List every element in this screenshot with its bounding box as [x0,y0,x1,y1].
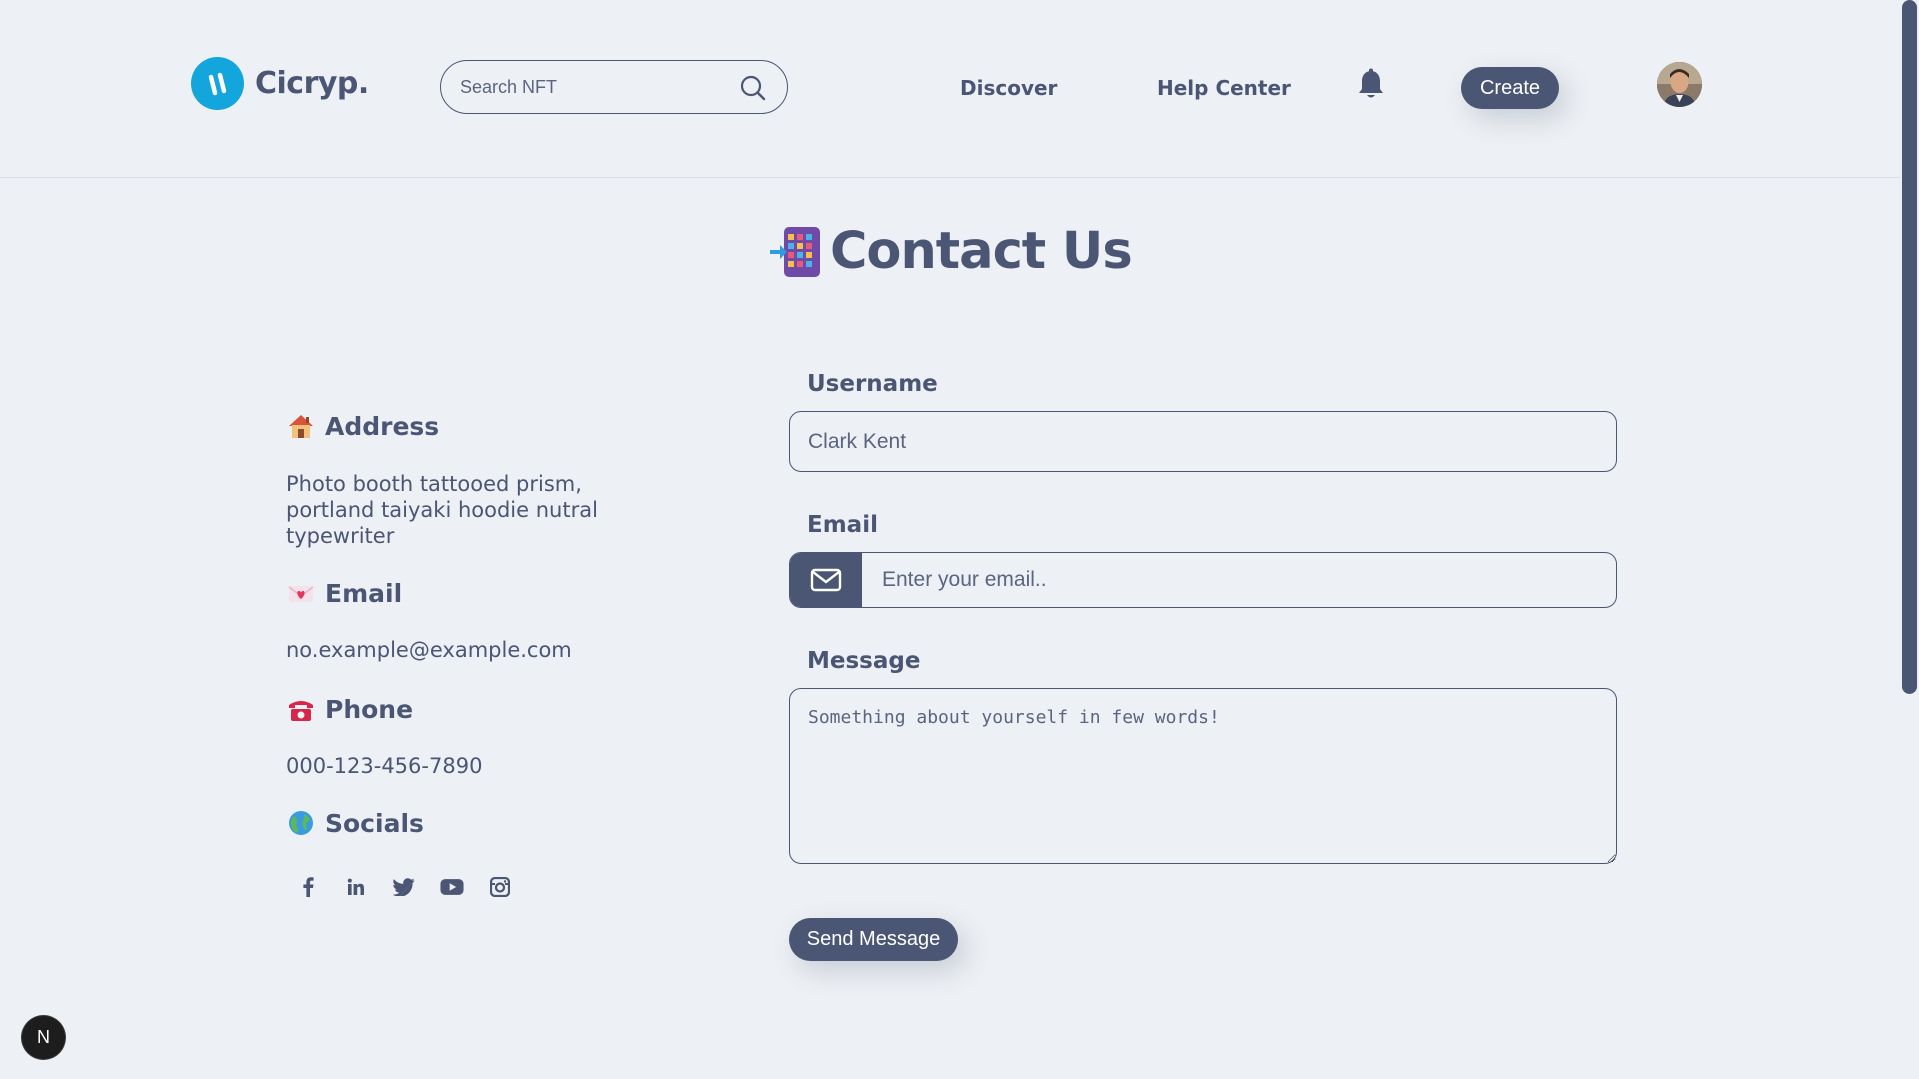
twitter-icon[interactable] [392,875,416,899]
socials-heading: Socials [286,808,424,838]
phone-keypad-icon [770,226,820,277]
telephone-icon [286,694,316,724]
dev-tools-badge[interactable]: N [22,1016,65,1059]
avatar[interactable] [1657,62,1702,107]
email-value: no.example@example.com [286,638,572,662]
nav-help-center[interactable]: Help Center [1157,76,1291,100]
scrollbar[interactable] [1900,0,1919,1079]
social-links [296,875,536,899]
envelope-icon [790,553,862,607]
scrollbar-thumb[interactable] [1902,0,1917,694]
search-icon[interactable] [739,74,767,102]
phone-value: 000-123-456-7890 [286,754,483,778]
message-label: Message [807,648,921,674]
bell-icon[interactable] [1356,68,1386,102]
house-icon [286,411,316,441]
brand-name: Cicryp. [255,66,369,101]
globe-icon [286,808,316,838]
address-heading: Address [286,411,439,441]
nav-discover[interactable]: Discover [960,76,1057,100]
socials-title: Socials [325,808,424,838]
email-label: Email [807,512,878,538]
username-field[interactable] [789,411,1617,472]
send-message-button[interactable]: Send Message [789,918,958,961]
address-text: Photo booth tattooed prism, portland tai… [286,472,598,548]
phone-title: Phone [325,694,414,724]
instagram-icon[interactable] [488,875,512,899]
create-button[interactable]: Create [1461,67,1559,109]
facebook-icon[interactable] [296,875,320,899]
email-title: Email [325,578,403,608]
logo-icon [191,57,244,110]
search-input[interactable] [458,75,732,99]
email-heading: Email [286,578,402,608]
page-title: Contact Us [830,222,1133,281]
phone-heading: Phone [286,694,413,724]
linkedin-icon[interactable] [344,875,368,899]
message-field[interactable] [789,688,1617,864]
youtube-icon[interactable] [440,875,464,899]
search-bar [440,60,788,114]
email-input-group [789,552,1617,608]
brand-logo[interactable]: Cicryp. [191,57,369,110]
email-field[interactable] [862,553,1616,607]
top-navbar: Cicryp. Discover Help Center Create [0,0,1900,178]
page-heading: Contact Us [768,222,1133,281]
address-title: Address [325,411,440,441]
username-label: Username [807,371,938,397]
love-letter-icon [286,578,316,608]
